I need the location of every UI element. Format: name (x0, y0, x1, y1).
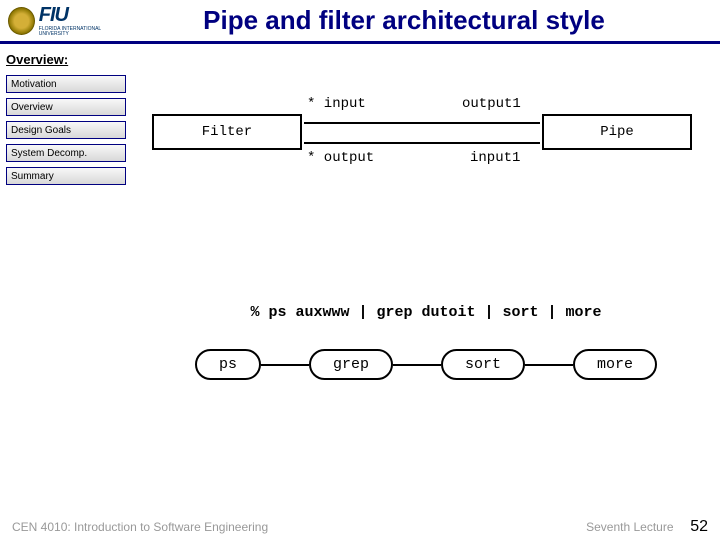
logo-subtext: FLORIDA INTERNATIONAL UNIVERSITY (39, 27, 128, 37)
footer-course: CEN 4010: Introduction to Software Engin… (12, 520, 268, 534)
pipe-label: Pipe (600, 124, 634, 140)
fiu-logo: FIU FLORIDA INTERNATIONAL UNIVERSITY (8, 4, 128, 38)
pipeline-diagram: ps grep sort more (152, 349, 700, 380)
input1-label: input1 (470, 150, 520, 166)
sidebar: Overview: Motivation Overview Design Goa… (0, 44, 132, 516)
filter-pipe-diagram: Filter Pipe * input output1 * output inp… (152, 104, 700, 194)
pipeline-node-more: more (573, 349, 657, 380)
output1-label: output1 (462, 96, 521, 112)
pipe-connector (261, 364, 309, 366)
input-star-label: * input (307, 96, 366, 112)
sidebar-item-system-decomp[interactable]: System Decomp. (6, 144, 126, 162)
sidebar-item-design-goals[interactable]: Design Goals (6, 121, 126, 139)
shell-command: % ps auxwww | grep dutoit | sort | more (152, 304, 700, 321)
footer-lecture: Seventh Lecture (586, 520, 673, 534)
pipeline-node-grep: grep (309, 349, 393, 380)
pipe-connector (525, 364, 573, 366)
slide-footer: CEN 4010: Introduction to Software Engin… (0, 518, 720, 536)
filter-box: Filter (152, 114, 302, 150)
pipeline-node-ps: ps (195, 349, 261, 380)
pipe-connector (393, 364, 441, 366)
output-star-label: * output (307, 150, 374, 166)
slide-content: Filter Pipe * input output1 * output inp… (132, 44, 720, 516)
sidebar-item-overview[interactable]: Overview (6, 98, 126, 116)
connector-top (304, 122, 540, 124)
page-number: 52 (690, 518, 708, 535)
logo-text: FIU (39, 4, 128, 27)
pipe-box: Pipe (542, 114, 692, 150)
slide-title: Pipe and filter architectural style (128, 5, 720, 36)
sidebar-section-label: Overview: (6, 52, 126, 67)
pipeline-node-sort: sort (441, 349, 525, 380)
slide-header: FIU FLORIDA INTERNATIONAL UNIVERSITY Pip… (0, 0, 720, 44)
sidebar-item-motivation[interactable]: Motivation (6, 75, 126, 93)
filter-label: Filter (202, 124, 252, 140)
logo-seal-icon (8, 7, 35, 35)
connector-bottom (304, 142, 540, 144)
sidebar-item-summary[interactable]: Summary (6, 167, 126, 185)
